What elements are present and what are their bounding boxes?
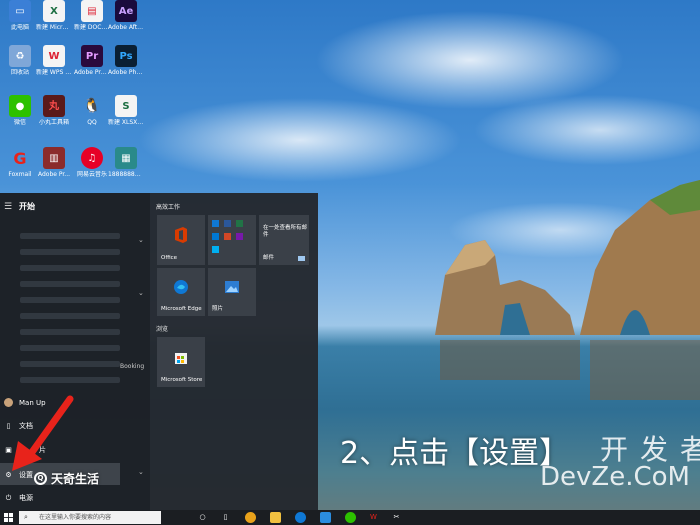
- excel-icon: [236, 220, 243, 227]
- list-item[interactable]: [20, 345, 120, 351]
- premiere-icon: Pr: [81, 45, 103, 67]
- tile-microsoft-edge[interactable]: Microsoft Edge: [157, 268, 205, 316]
- list-item[interactable]: [20, 313, 120, 319]
- app-list-partial-text: Booking: [120, 363, 145, 370]
- powerpoint-icon: [224, 233, 231, 240]
- list-item[interactable]: [20, 233, 120, 239]
- desktop-icon-docx[interactable]: ▤ 新建 DOCX 文档: [74, 0, 110, 31]
- foxmail-icon: G: [13, 148, 27, 168]
- edge-taskbar-icon[interactable]: [295, 512, 306, 523]
- desktop-icon-qq[interactable]: 🐧 QQ: [74, 95, 110, 127]
- desktop-icon-xiaowan[interactable]: 丸 小丸工具箱: [36, 95, 72, 126]
- list-item[interactable]: [20, 329, 120, 335]
- hamburger-menu-icon[interactable]: ☰: [4, 202, 12, 212]
- archive-icon: ▥: [43, 147, 65, 169]
- chrome-icon[interactable]: [245, 512, 256, 523]
- power-item[interactable]: ⏻ 电源: [4, 493, 33, 503]
- list-item[interactable]: [20, 377, 120, 383]
- sea-rock-arch-right: [580, 180, 700, 335]
- spreadsheet-icon: S: [115, 95, 137, 117]
- desktop-icon-xlsx[interactable]: S 新建 XLSX 工作表: [108, 95, 144, 126]
- tile-office[interactable]: Office: [157, 215, 205, 265]
- outlook-icon: [212, 220, 219, 227]
- list-item[interactable]: [20, 265, 120, 271]
- photos-icon: [225, 281, 239, 294]
- music-icon: ♫: [81, 147, 103, 169]
- computer-icon: ▭: [9, 0, 31, 22]
- chevron-down-icon[interactable]: ⌄: [138, 468, 144, 476]
- mail-icon: [298, 256, 305, 261]
- blurred-app-list: [20, 223, 120, 393]
- list-item[interactable]: [20, 297, 120, 303]
- desktop-icon-wechat[interactable]: ● 微信: [2, 95, 38, 126]
- brand-watermark: Q 天奇生活: [34, 470, 99, 487]
- group-label-browse: 浏览: [156, 326, 169, 333]
- desktop-icon-this-pc[interactable]: ▭ 此电脑: [2, 0, 38, 31]
- desktop-icon-excel[interactable]: X 新建 Microsoft Excel 工作表: [36, 0, 72, 31]
- desktop-icon-after-effects[interactable]: Ae Adobe After Effects 2022: [108, 0, 144, 31]
- tile-office-apps[interactable]: [208, 215, 256, 265]
- tile-mail[interactable]: 在一处查看所有邮件 邮件: [259, 215, 309, 265]
- list-item[interactable]: [20, 361, 120, 367]
- list-item[interactable]: [20, 249, 120, 255]
- wechat-icon: ●: [9, 95, 31, 117]
- office-icon: [175, 227, 187, 243]
- desktop-icon-photoshop[interactable]: Ps Adobe Photoshop: [108, 45, 144, 76]
- spreadsheet-icon: X: [43, 0, 65, 22]
- red-arrow-pointer: [12, 395, 74, 471]
- desktop-icon-file[interactable]: ▦ 18888888...: [108, 147, 144, 178]
- recycle-bin-icon: ♻: [9, 45, 31, 67]
- photoshop-icon: Ps: [115, 45, 137, 67]
- qq-penguin-icon: 🐧: [83, 97, 101, 114]
- wps-taskbar-icon[interactable]: W: [368, 512, 379, 523]
- wechat-taskbar-icon[interactable]: [345, 512, 356, 523]
- after-effects-icon: Ae: [115, 0, 137, 22]
- toolbox-icon: 丸: [43, 95, 65, 117]
- task-view-icon[interactable]: ▯: [220, 512, 231, 523]
- list-item[interactable]: [20, 281, 120, 287]
- chevron-down-icon[interactable]: ⌄: [138, 236, 144, 244]
- windows-start-icon[interactable]: [4, 513, 13, 522]
- file-explorer-icon[interactable]: [270, 512, 281, 523]
- taskbar: ⌕ 在这里输入你要搜索的内容 ○ ▯ W ✂: [0, 510, 700, 525]
- capcut-taskbar-icon[interactable]: ✂: [391, 512, 402, 523]
- desktop-icon-netease-music[interactable]: ♫ 网易云音乐: [74, 147, 110, 178]
- document-icon: W: [43, 45, 65, 67]
- app-taskbar-icon[interactable]: [320, 512, 331, 523]
- desktop-icon-recycle-bin[interactable]: ♻ 回收站: [2, 45, 38, 76]
- site-watermark-en: DevZe.CoM: [540, 462, 690, 492]
- power-icon: ⏻: [5, 493, 12, 502]
- store-bag-icon: [175, 353, 187, 364]
- skype-icon: [212, 246, 219, 253]
- edge-icon: [174, 280, 188, 295]
- desktop-icon-wps[interactable]: W 新建 WPS 文字文档: [36, 45, 72, 76]
- tile-photos[interactable]: 照片: [208, 268, 256, 316]
- brand-logo-icon: Q: [34, 472, 47, 485]
- water-reflection: [440, 340, 700, 400]
- group-label-productivity: 高效工作: [156, 204, 181, 211]
- image-file-icon: ▦: [115, 147, 137, 169]
- sea-rock-arch-left: [435, 240, 575, 335]
- instruction-caption: 2、点击【设置】: [340, 436, 570, 471]
- desktop-icon-foxmail[interactable]: G Foxmail: [2, 147, 38, 178]
- onenote-icon: [236, 233, 243, 240]
- taskbar-search-box[interactable]: ⌕ 在这里输入你要搜索的内容: [19, 511, 161, 524]
- tile-microsoft-store[interactable]: Microsoft Store: [157, 337, 205, 387]
- start-menu-title: 开始: [19, 202, 35, 211]
- cortana-icon[interactable]: ○: [197, 512, 208, 523]
- document-icon: ▤: [81, 0, 103, 22]
- word-icon: [224, 220, 231, 227]
- desktop-icon-premiere[interactable]: Pr Adobe Premiere: [74, 45, 110, 76]
- onedrive-icon: [212, 233, 219, 240]
- desktop-icon-adobe-pr[interactable]: ▥ Adobe Pr...: [36, 147, 72, 178]
- search-icon: ⌕: [24, 513, 28, 521]
- chevron-down-icon[interactable]: ⌄: [138, 289, 144, 297]
